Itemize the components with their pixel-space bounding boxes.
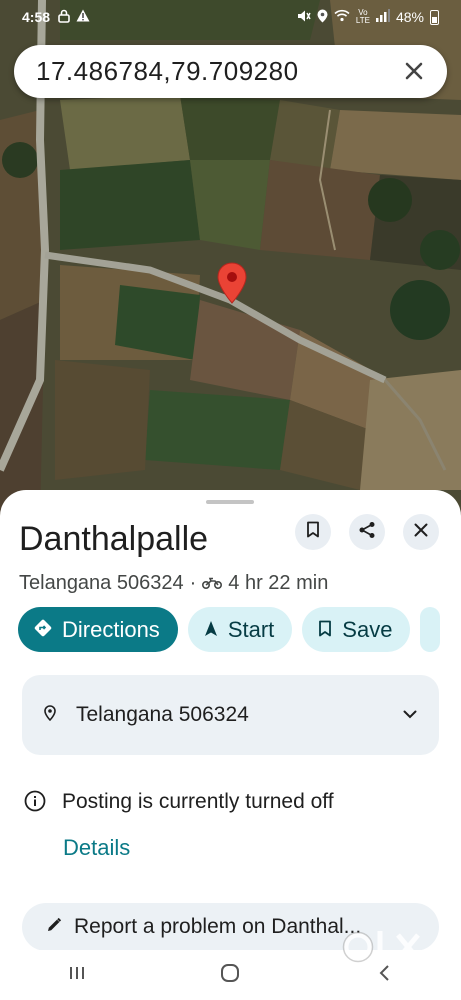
recent-apps-icon — [68, 965, 86, 986]
address-text: Telangana 506324 — [76, 703, 249, 726]
motorcycle-icon — [202, 576, 223, 592]
lock-icon — [58, 9, 70, 26]
subtitle-separator: · — [189, 572, 197, 594]
battery-icon — [430, 9, 439, 25]
share-icon — [358, 521, 376, 544]
more-chip-button[interactable] — [420, 607, 441, 652]
share-button[interactable] — [349, 514, 385, 550]
directions-button[interactable]: Directions — [18, 607, 178, 652]
bookmark-icon — [306, 521, 320, 543]
place-subtitle: Telangana 506324 · 4 hr 22 min — [19, 572, 328, 595]
navigation-arrow-icon — [204, 617, 218, 643]
alert-icon — [76, 9, 90, 25]
save-label: Save — [342, 616, 393, 642]
status-bar: 4:58 Vo LTE 48% — [0, 0, 461, 34]
place-region: Telangana 506324 — [19, 572, 184, 594]
directions-label: Directions — [62, 616, 160, 642]
home-button[interactable] — [200, 963, 260, 988]
pencil-icon — [46, 917, 62, 938]
mute-icon — [297, 9, 311, 26]
olx-watermark-logo — [340, 925, 430, 980]
save-button[interactable]: Save — [302, 607, 411, 652]
battery-percent: 48% — [395, 9, 424, 25]
notice-text: Posting is currently turned off — [62, 790, 334, 813]
close-sheet-button[interactable] — [403, 514, 439, 550]
location-icon — [44, 704, 56, 726]
search-query[interactable]: 17.486784,79.709280 — [36, 56, 399, 87]
info-icon — [24, 790, 46, 817]
place-title: Danthalpalle — [19, 520, 209, 558]
address-card[interactable]: Telangana 506324 — [22, 675, 439, 755]
drag-handle[interactable] — [206, 500, 254, 504]
status-right-icons: Vo LTE 48% — [297, 9, 439, 26]
search-bar[interactable]: 17.486784,79.709280 — [14, 45, 447, 98]
start-button[interactable]: Start — [187, 607, 293, 652]
recent-apps-button[interactable] — [47, 965, 107, 986]
travel-time: 4 hr 22 min — [228, 572, 329, 594]
directions-icon — [34, 617, 52, 643]
home-icon — [220, 963, 240, 988]
details-link[interactable]: Details — [63, 835, 130, 861]
signal-icon — [375, 9, 390, 25]
start-label: Start — [227, 616, 275, 642]
wifi-icon — [334, 9, 350, 25]
report-label: Report a problem on Danthal... — [74, 915, 362, 938]
close-icon[interactable] — [399, 56, 429, 87]
location-icon — [317, 9, 328, 26]
action-chips: Directions Start Save — [18, 607, 441, 652]
posting-notice: Posting is currently turned off — [24, 790, 334, 817]
status-time: 4:58 — [22, 9, 51, 25]
save-place-button[interactable] — [295, 514, 331, 550]
place-sheet: Danthalpalle Telangana 506324 · 4 hr 22 … — [0, 490, 461, 1000]
bookmark-icon — [318, 617, 332, 643]
volte-icon: Vo LTE — [355, 8, 370, 25]
chevron-down-icon[interactable] — [403, 706, 417, 724]
location-pin-icon[interactable] — [217, 262, 247, 309]
close-icon — [414, 523, 428, 542]
